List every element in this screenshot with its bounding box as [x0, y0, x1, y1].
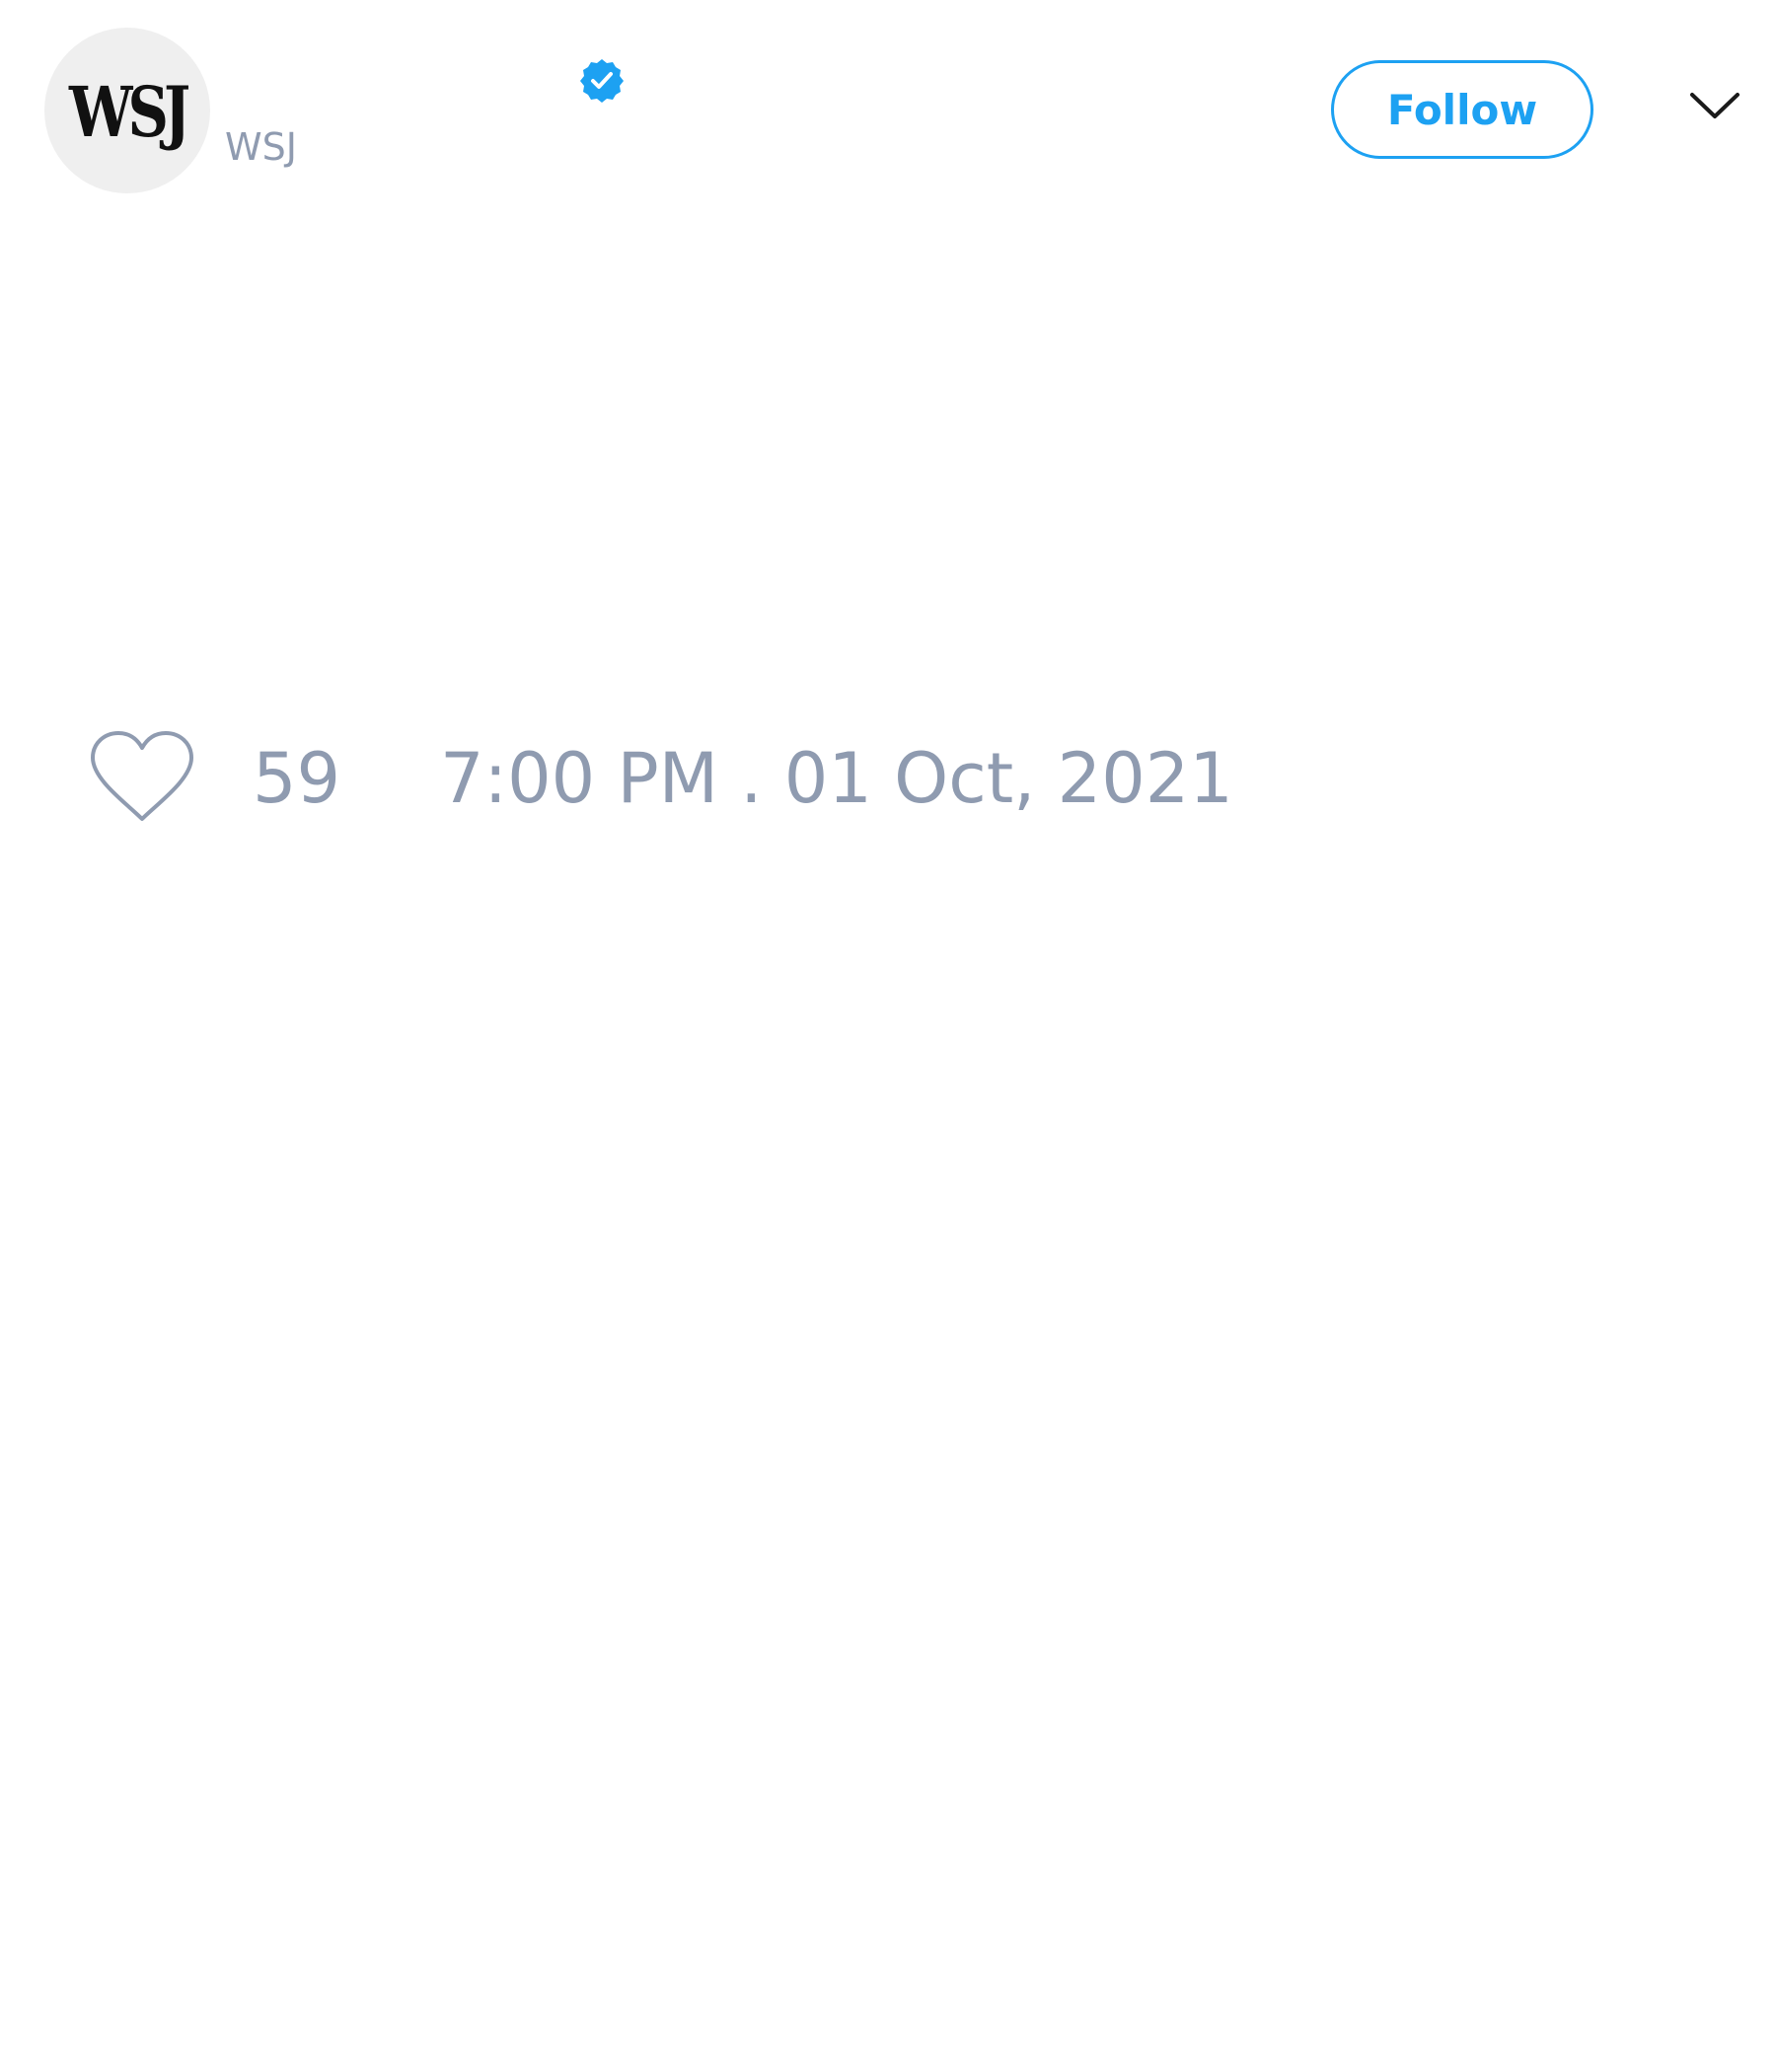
heart-icon[interactable] [87, 728, 197, 827]
like-count: 59 [253, 738, 341, 819]
chevron-down-icon[interactable] [1689, 91, 1740, 120]
avatar-logo: WSJ [68, 71, 190, 153]
tweet-timestamp[interactable]: 7:00 PM . 01 Oct, 2021 [440, 744, 1233, 813]
author-handle[interactable]: WSJ [225, 128, 297, 166]
tweet-footer: 59 7:00 PM . 01 Oct, 2021 [0, 720, 1776, 839]
verified-badge-icon [580, 59, 624, 103]
avatar[interactable]: WSJ [44, 28, 210, 193]
tweet-header: WSJ WSJ Follow [0, 0, 1776, 217]
follow-button[interactable]: Follow [1331, 60, 1593, 159]
